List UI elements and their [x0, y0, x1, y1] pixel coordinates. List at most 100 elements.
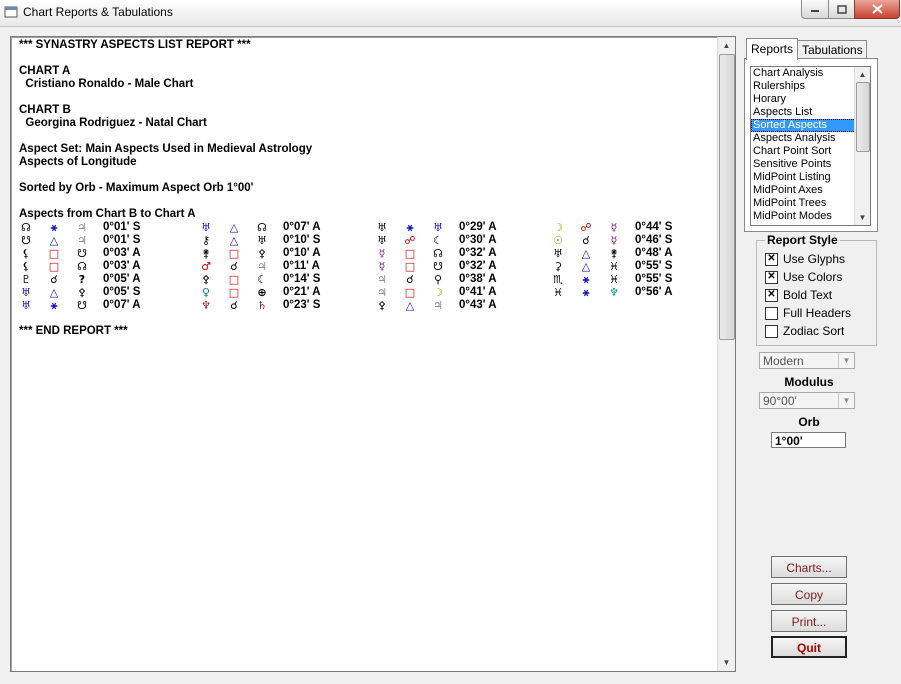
list-item[interactable]: MidPoint Modes	[751, 210, 870, 223]
scroll-up-icon[interactable]: ▲	[718, 37, 735, 54]
aspect-orb: 0°01' S	[103, 234, 141, 246]
aspect-glyph-icon: □	[48, 260, 60, 273]
aspect-glyph-icon: ⚹	[50, 221, 58, 234]
planet-a-glyph-icon: ♃	[377, 273, 387, 286]
scroll-down-icon[interactable]: ▼	[718, 654, 735, 671]
report-line	[19, 91, 312, 104]
list-item[interactable]: Aspects Analysis	[751, 132, 870, 145]
scroll-thumb[interactable]	[719, 54, 735, 340]
minimize-button[interactable]	[801, 0, 829, 19]
checkbox-option[interactable]: ✕ Use Glyphs	[765, 251, 845, 267]
aspect-glyph-icon: □	[404, 247, 416, 260]
aspect-orb: 0°32' A	[459, 247, 497, 259]
tab-reports[interactable]: Reports	[746, 38, 798, 60]
checkbox-unchecked-icon[interactable]	[765, 306, 778, 320]
aspect-glyph-icon: □	[228, 247, 240, 260]
minimize-icon	[811, 10, 819, 12]
planet-a-glyph-icon: ⚸	[21, 247, 31, 260]
aspect-orb: 0°21' A	[283, 286, 321, 298]
list-item[interactable]: Chart Analysis	[751, 67, 870, 80]
aspect-glyph-icon: △	[229, 221, 239, 234]
mode-select-value: Modern	[763, 354, 804, 368]
list-scroll-thumb[interactable]	[856, 82, 870, 152]
aspect-orb: 0°07' A	[283, 221, 321, 233]
checkbox-checked-icon[interactable]: ✕	[765, 270, 778, 284]
list-item[interactable]: MidPoint Axes	[751, 184, 870, 197]
orb-input[interactable]: 1°00'	[771, 432, 846, 448]
title-bar: Chart Reports & Tabulations	[0, 0, 901, 27]
planet-a-glyph-icon: ☋	[21, 234, 31, 247]
aspect-glyph-icon: ⚹	[406, 221, 414, 234]
planet-b-glyph-icon: ☾	[257, 273, 267, 286]
checkbox-label: Zodiac Sort	[783, 324, 845, 338]
app-icon	[4, 6, 18, 18]
report-type-list[interactable]: Chart Analysis Rulerships Horary Aspects Li…	[750, 66, 871, 226]
planet-a-glyph-icon: ⚷	[201, 234, 211, 247]
planet-b-glyph-icon: ⚴	[257, 247, 267, 260]
aspect-orb: 0°44' S	[635, 221, 673, 233]
list-item[interactable]: MidPoint Listing	[751, 171, 870, 184]
report-textarea[interactable]: *** SYNASTRY ASPECTS LIST REPORT *** CHAR…	[10, 36, 736, 672]
modulus-select[interactable]: 90°00' ▼	[759, 392, 855, 409]
checkbox-option[interactable]: Full Headers	[765, 305, 851, 321]
list-item[interactable]: Chart Point Sort	[751, 145, 870, 158]
tab-tabulations[interactable]: Tabulations	[797, 40, 867, 59]
chevron-down-icon[interactable]: ▼	[838, 393, 854, 408]
report-end-line: *** END REPORT ***	[19, 325, 128, 337]
planet-b-glyph-icon: ☊	[433, 247, 443, 260]
planet-a-glyph-icon: ♃	[377, 286, 387, 299]
list-item[interactable]: Sensitive Points	[751, 158, 870, 171]
aspect-orb: 0°43' A	[459, 299, 497, 311]
list-item[interactable]: Horary	[751, 93, 870, 106]
aspect-orb: 0°14' S	[283, 273, 321, 285]
checkbox-option[interactable]: ✕ Bold Text	[765, 287, 832, 303]
planet-a-glyph-icon: ⚴	[201, 273, 211, 286]
list-scrollbar[interactable]: ▲ ▼	[854, 67, 870, 225]
aspect-orb: 0°38' A	[459, 273, 497, 285]
aspect-glyph-icon: △	[581, 247, 591, 260]
report-scrollbar[interactable]: ▲ ▼	[717, 37, 735, 671]
checkbox-checked-icon[interactable]: ✕	[765, 252, 778, 266]
aspect-orb: 0°55' S	[635, 260, 673, 272]
report-line: Aspect Set: Main Aspects Used in Medieva…	[19, 143, 313, 155]
planet-a-glyph-icon: ☊	[21, 221, 31, 234]
checkbox-unchecked-icon[interactable]	[765, 324, 778, 338]
planet-b-glyph-icon: ☿	[610, 234, 618, 247]
planet-a-glyph-icon: ♅	[377, 234, 387, 247]
report-line: CHART B	[19, 104, 71, 116]
aspect-glyph-icon: □	[404, 260, 416, 273]
list-item[interactable]: MidPoint Trees	[751, 197, 870, 210]
planet-a-glyph-icon: ⚳	[553, 260, 563, 273]
quit-button[interactable]: Quit	[771, 636, 847, 658]
planet-a-glyph-icon: ⚸	[21, 260, 31, 273]
print-button[interactable]: Print...	[771, 610, 847, 632]
copy-button[interactable]: Copy	[771, 583, 847, 605]
aspect-glyph-icon: ☍	[580, 221, 592, 234]
list-item[interactable]: Sorted Aspects	[751, 119, 870, 132]
list-item[interactable]: Aspects List	[751, 106, 870, 119]
list-scroll-down-icon[interactable]: ▼	[855, 210, 870, 225]
charts-button[interactable]: Charts...	[771, 556, 847, 578]
aspect-glyph-icon: ⚹	[50, 299, 58, 312]
aspect-glyph-icon: △	[49, 234, 59, 247]
aspect-orb: 0°48' A	[635, 247, 673, 259]
list-item[interactable]: Rulerships	[751, 80, 870, 93]
checkbox-option[interactable]: Zodiac Sort	[765, 323, 844, 339]
chevron-down-icon[interactable]: ▼	[838, 353, 854, 368]
planet-b-glyph-icon: ⊕	[257, 286, 267, 299]
aspect-glyph-icon: □	[228, 273, 240, 286]
planet-b-glyph-icon: ♃	[77, 221, 87, 234]
aspect-glyph-icon: △	[229, 234, 239, 247]
report-style-group: Report Style ✕ Use Glyphs ✕ Use Colors ✕ Bold…	[756, 233, 877, 346]
window-title: Chart Reports & Tabulations	[23, 5, 173, 19]
checkbox-option[interactable]: ✕ Use Colors	[765, 269, 842, 285]
mode-select[interactable]: Modern ▼	[759, 352, 855, 369]
planet-b-glyph-icon: ☾	[433, 234, 443, 247]
reports-tab-panel: Chart Analysis Rulerships Horary Aspects Li…	[744, 58, 878, 232]
planet-a-glyph-icon: ☿	[378, 247, 386, 260]
checkbox-checked-icon[interactable]: ✕	[765, 288, 778, 302]
list-scroll-up-icon[interactable]: ▲	[855, 67, 870, 82]
maximize-button[interactable]	[828, 0, 855, 19]
close-button[interactable]	[854, 0, 900, 19]
report-line	[19, 195, 312, 208]
